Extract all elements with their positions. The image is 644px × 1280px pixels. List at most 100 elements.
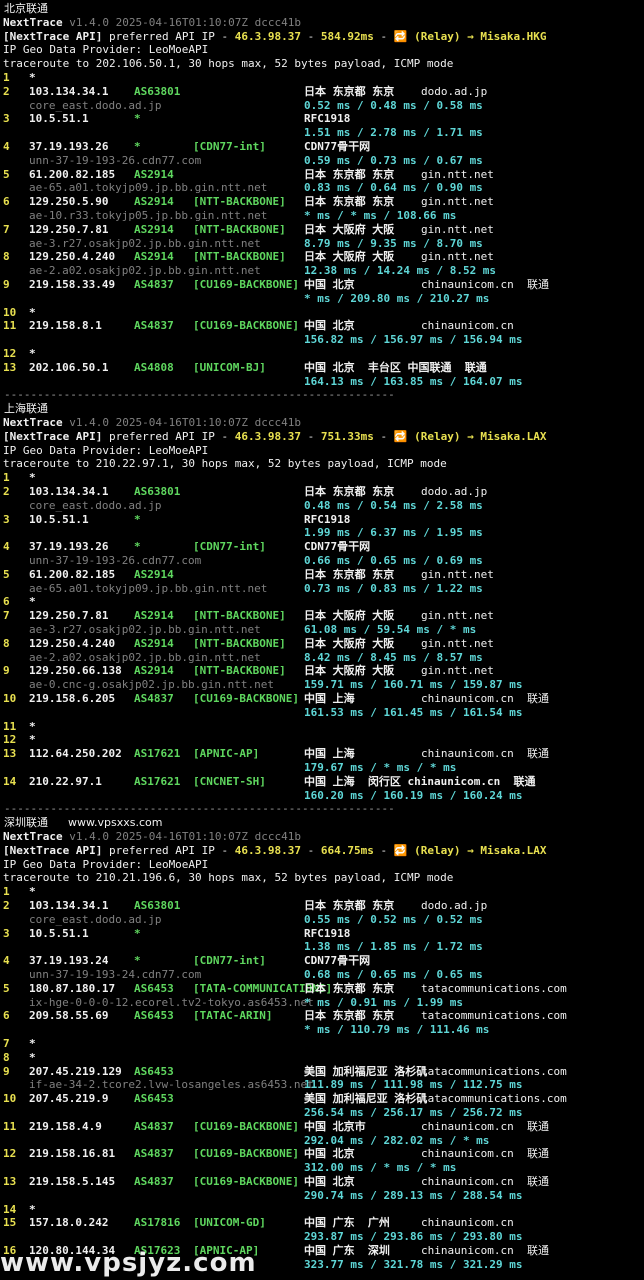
hop-times: 290.74 ms / 289.13 ms / 288.54 ms [304,1188,523,1202]
hop-number: 13 [3,360,17,374]
api-line: [NextTrace API] preferred API IP - 46.3.… [3,30,547,44]
hop-number: 2 [3,899,10,912]
hop-number: 9 [3,1064,10,1078]
hop-times: 0.73 ms / 0.83 ms / 1.22 ms [304,581,483,595]
hop-number: 5 [3,981,10,995]
section-title-text: 深圳联通 [4,816,48,830]
hop-rdns: core_east.dodo.ad.jp [29,912,162,926]
section-title-text: 上海联通 [4,402,48,416]
hop-rdns: unn-37-19-193-24.cdn77.com [29,968,202,981]
hop-times: 164.13 ms / 163.85 ms / 164.07 ms [304,374,523,388]
hop-rdns: ae-2.a02.osakjp02.jp.bb.gin.ntt.net [29,264,261,278]
hop-geo: CDN77骨干网 [304,540,371,554]
hop-asn: * [134,140,141,153]
hop-times: 12.38 ms / 14.24 ms / 8.52 ms [304,264,497,278]
hop-geo: 日本 东京都 东京 [304,195,395,209]
hop-tag: [NTT-BACKBONE] [193,609,286,623]
hop-ip: 61.200.82.185 [29,567,116,581]
relay-icon: 🔁 [393,29,408,43]
hop-ip: * [29,347,36,360]
hop-ip: * [29,885,36,899]
hop-times: 0.55 ms / 0.52 ms / 0.52 ms [304,912,483,926]
hop-number: 5 [3,567,10,581]
hop-geo: 日本 东京都 东京 [304,1009,395,1023]
api-prefix: [NextTrace API] [3,29,103,43]
hop-rdns: unn-37-19-193-26.cdn77.com [29,153,202,167]
hop-geo: RFC1918 [304,112,351,126]
version-text: v1.4.0 2025-04-16T01:10:07Z dccc41b [69,15,302,29]
hop-geo: RFC1918 [304,512,351,526]
hop-asn: AS4837 [134,319,174,333]
hop-host: gin.ntt.net [421,609,494,623]
hop-number: 6 [3,595,10,609]
hop-geo: 日本 大阪府 大阪 [304,250,395,264]
hop-times: * ms / 209.80 ms / 210.27 ms [304,291,490,305]
hop-number: 13 [3,747,17,761]
hop-number: 9 [3,278,10,291]
hop-geo: 日本 东京都 东京 [304,485,395,498]
hop-tag: [CU169-BACKBONE] [193,278,299,291]
hop-tag: [UNICOM-BJ] [193,360,266,374]
watermark: www.vpsjyz.com [0,1248,257,1278]
hop-number: 10 [3,305,17,319]
hop-asn: AS2914 [134,195,174,209]
section-extra-text: www.vpsxxs.com [68,816,163,830]
hop-number: 6 [3,195,10,209]
relay-prefix: (Relay) → [407,29,481,43]
hop-ip: * [29,733,36,747]
api-text: preferred API IP - [102,29,235,43]
hop-ip: 10.5.51.1 [29,112,89,126]
hop-times: 292.04 ms / 282.02 ms / * ms [304,1133,490,1147]
hop-tag: [NTT-BACKBONE] [193,195,286,209]
hop-ip: 210.22.97.1 [29,774,102,788]
hop-host: gin.ntt.net [421,222,494,236]
hop-geo: 日本 东京都 东京 [304,84,395,98]
hop-host: dodo.ad.jp [421,485,488,498]
hop-number: 3 [3,512,10,526]
hop-tag: [CDN77-int] [193,954,266,968]
hop-number: 1 [3,471,10,485]
hop-number: 7 [3,222,10,236]
hop-number: 4 [3,140,10,153]
hop-ip: * [29,71,36,84]
api-latency: 584.92ms [320,29,374,43]
hop-number: 12 [3,1147,17,1161]
hop-geo: CDN77骨干网 [304,140,371,153]
hop-host: chinaunicom.cn 联通 [421,747,549,761]
hop-rdns: ae-3.r27.osakjp02.jp.bb.gin.ntt.net [29,623,261,636]
hop-asn: AS2914 [134,222,174,236]
hop-times: 159.71 ms / 160.71 ms / 159.87 ms [304,678,523,692]
terminal-output: 北京联通 NextTrace v1.4.0 2025-04-16T01:10:07… [0,0,644,1280]
hop-host: gin.ntt.net [421,250,494,264]
hop-tag: [NTT-BACKBONE] [193,636,286,650]
hop-geo: 中国 北京 [304,1175,355,1188]
provider-text: IP Geo Data Provider: LeoMoeAPI [3,43,209,57]
hop-ip: 129.250.4.240 [29,636,116,650]
hop-tag: [CU169-BACKBONE] [193,1175,299,1188]
hop-asn: * [134,926,141,940]
version-text: v1.4.0 2025-04-16T01:10:07Z dccc41b [69,830,302,843]
hop-rdns: core_east.dodo.ad.jp [29,498,162,512]
hop-rdns: ae-0.cnc-g.osakjp02.jp.bb.gin.ntt.net [29,678,275,692]
hop-times: 0.59 ms / 0.73 ms / 0.67 ms [304,153,483,167]
hop-number: 13 [3,1175,17,1188]
api-dash-2: - [373,843,394,857]
hop-ip: 219.158.4.9 [29,1119,102,1133]
hop-rdns: ae-65.a01.tokyjp09.jp.bb.gin.ntt.net [29,181,268,195]
api-dash-2: - [373,429,394,443]
hop-tag: [NTT-BACKBONE] [193,664,286,678]
api-ip: 46.3.98.37 [234,29,302,43]
hop-number: 1 [3,885,10,899]
hop-ip: * [29,595,36,609]
version-line: NextTrace v1.4.0 2025-04-16T01:10:07Z dc… [3,416,301,430]
hop-host: gin.ntt.net [421,636,494,650]
hop-times: 111.89 ms / 111.98 ms / 112.75 ms [304,1078,523,1092]
hop-tag: [UNICOM-GD] [193,1216,266,1230]
api-line: [NextTrace API] preferred API IP - 46.3.… [3,430,547,444]
app-name: NextTrace [3,416,70,429]
hop-ip: 129.250.4.240 [29,250,116,264]
api-dash-2: - [373,29,394,43]
hop-times: * ms / 0.91 ms / 1.99 ms [304,995,463,1009]
hop-tag: [NTT-BACKBONE] [193,250,286,264]
separator-text: ----------------------------------------… [4,802,395,816]
